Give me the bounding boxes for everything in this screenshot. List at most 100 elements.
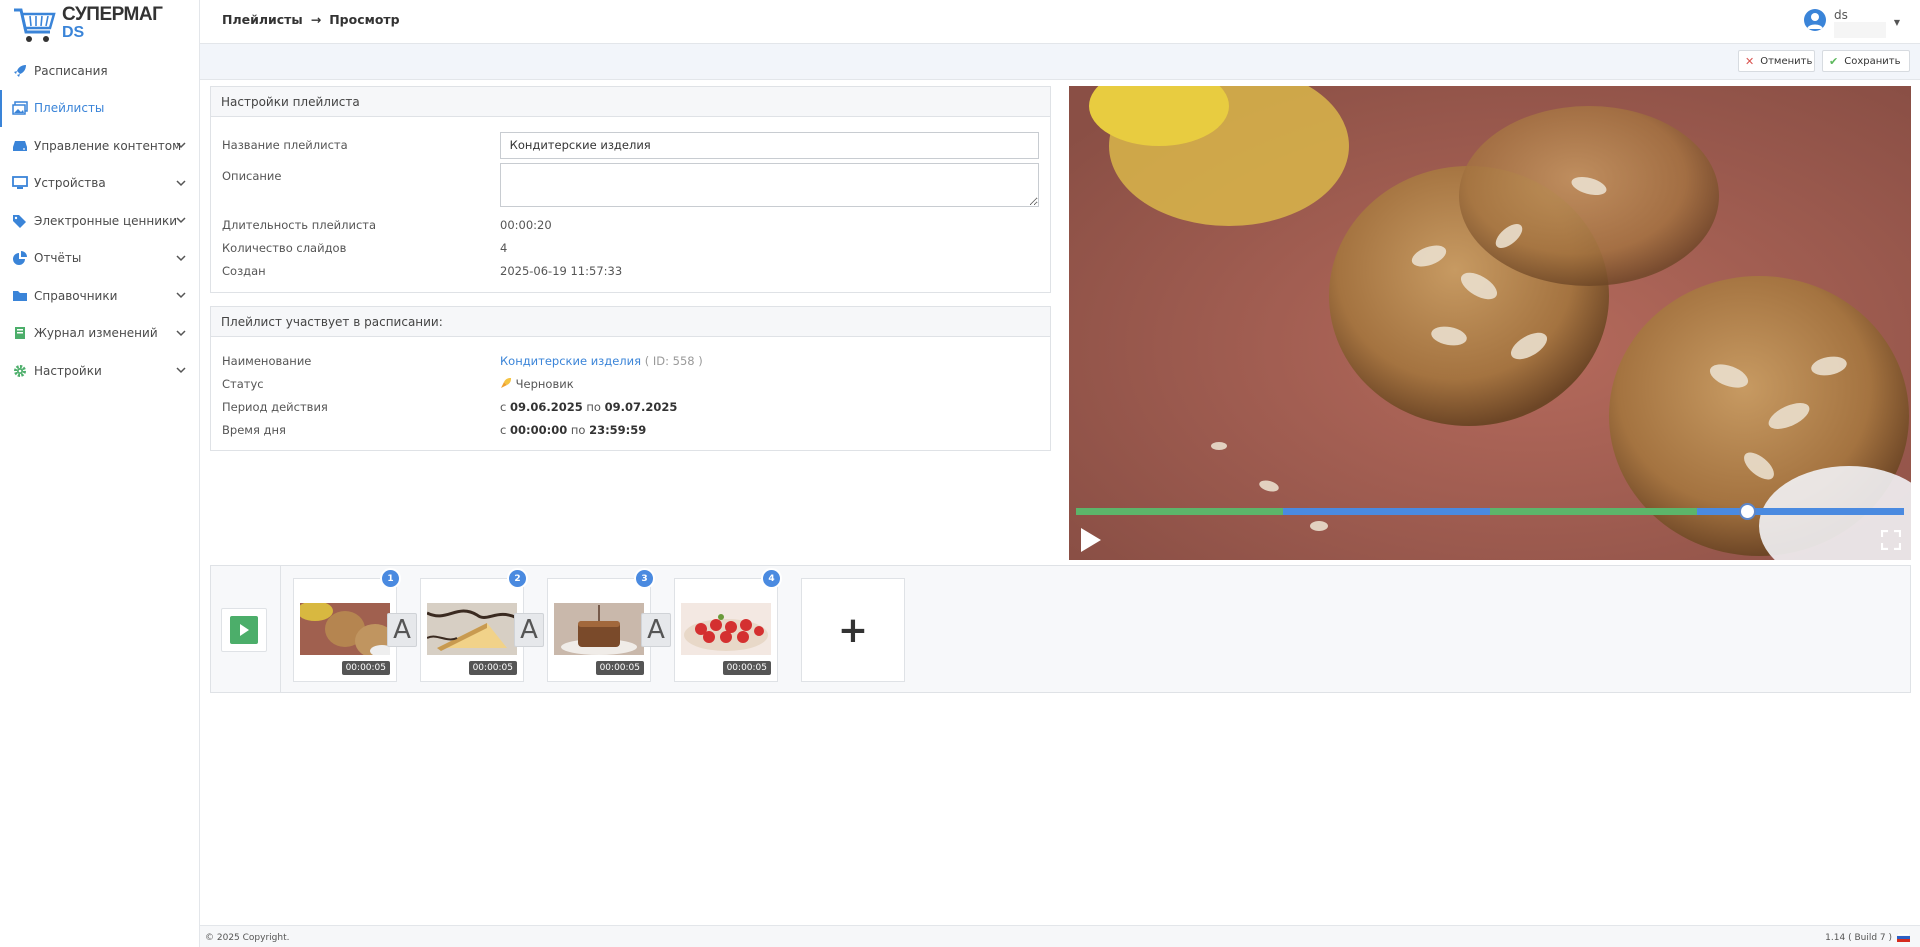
slide-thumbnail <box>427 603 517 655</box>
book-icon <box>12 326 28 340</box>
slide-number: 4 <box>761 568 782 589</box>
sidebar-item-label: Отчёты <box>34 251 82 266</box>
play-icon <box>240 624 249 636</box>
sidebar-item-directories[interactable]: Справочники <box>0 277 199 315</box>
russian-flag-icon[interactable] <box>1897 933 1910 942</box>
transition-button[interactable]: A <box>387 613 417 647</box>
top-header: Плейлисты → Просмотр ds ▼ <box>200 0 1920 44</box>
panel-title: Плейлист участвует в расписании: <box>211 307 1050 337</box>
preview-player[interactable] <box>1069 86 1911 560</box>
chevron-down-icon <box>176 179 186 186</box>
slide-duration: 00:00:05 <box>722 661 771 675</box>
playlist-settings-panel: Настройки плейлиста Название плейлиста О… <box>210 86 1051 293</box>
slides-count: 4 <box>500 240 508 255</box>
pie-chart-icon <box>12 251 28 266</box>
sidebar-item-label: Электронные ценники <box>34 213 178 228</box>
schedule-link[interactable]: Кондитерские изделия <box>500 354 641 368</box>
close-icon: ✕ <box>1745 54 1755 68</box>
monitor-icon <box>12 176 28 190</box>
field-label: Название плейлиста <box>222 138 348 152</box>
build-version: 1.14 ( Build 7 ) <box>1825 933 1892 943</box>
field-label: Длительность плейлиста <box>222 217 377 232</box>
preview-image <box>1069 86 1911 560</box>
save-button[interactable]: ✔ Сохранить <box>1822 50 1910 72</box>
sidebar-item-changelog[interactable]: Журнал изменений <box>0 315 199 353</box>
transition-button[interactable]: A <box>641 613 671 647</box>
avatar-icon <box>1803 9 1826 31</box>
created-date: 2025-06-19 11:57:33 <box>500 263 623 278</box>
chevron-down-icon <box>176 292 186 299</box>
sidebar-item-devices[interactable]: Устройства <box>0 165 199 203</box>
breadcrumb-playlists[interactable]: Плейлисты <box>222 12 303 27</box>
field-label: Время дня <box>222 422 286 437</box>
add-slide-button[interactable]: + <box>801 578 905 682</box>
chevron-down-icon <box>176 329 186 336</box>
field-label: Создан <box>222 263 266 278</box>
schedule-id: ( ID: 558 ) <box>644 353 703 368</box>
progress-segment <box>1283 508 1490 515</box>
slide-thumbnail <box>300 603 390 655</box>
chevron-down-icon <box>176 367 186 374</box>
chevron-down-icon <box>176 142 186 149</box>
rocket-icon <box>12 64 28 78</box>
period-end: 09.07.2025 <box>604 399 678 414</box>
field-label: Количество слайдов <box>222 240 347 255</box>
sidebar-item-price-tags[interactable]: Электронные ценники <box>0 202 199 240</box>
sidebar-item-content[interactable]: Управление контентом <box>0 127 199 165</box>
slide-duration: 00:00:05 <box>341 661 390 675</box>
progress-segment <box>1697 508 1904 515</box>
sidebar: СУПЕРМАГ DS Расписания Плейлисты Управле… <box>0 0 200 947</box>
user-subtitle <box>1833 22 1886 38</box>
schedule-panel: Плейлист участвует в расписании: Наимено… <box>210 306 1051 451</box>
transition-button[interactable]: A <box>514 613 544 647</box>
brand-suffix: DS <box>62 24 85 41</box>
field-label: Период действия <box>222 399 328 414</box>
fullscreen-icon[interactable] <box>1881 530 1901 550</box>
cancel-button[interactable]: ✕ Отменить <box>1738 50 1815 72</box>
panel-title: Настройки плейлиста <box>211 87 1050 117</box>
hdd-icon <box>12 139 28 153</box>
playback-progress[interactable] <box>1076 508 1904 515</box>
playlist-name-input[interactable] <box>499 131 1039 159</box>
sidebar-item-label: Устройства <box>34 176 106 191</box>
copyright: © 2025 Copyright. <box>205 933 290 943</box>
slide-thumbnail <box>681 603 771 655</box>
user-name: ds <box>1833 8 1848 22</box>
play-icon[interactable] <box>1077 526 1105 554</box>
sidebar-item-reports[interactable]: Отчёты <box>0 240 199 278</box>
playlist-duration: 00:00:20 <box>500 217 552 232</box>
check-icon: ✔ <box>1829 54 1839 68</box>
sidebar-nav: Расписания Плейлисты Управление контенто… <box>0 52 199 390</box>
logo[interactable]: СУПЕРМАГ DS <box>0 0 199 52</box>
sidebar-item-label: Управление контентом <box>34 138 182 153</box>
slide-card[interactable]: 00:00:05 1 <box>293 568 401 682</box>
slides-strip: 00:00:05 1 A 00:00:05 2 A 00:00:05 3 A 0… <box>210 565 1911 693</box>
sidebar-item-settings[interactable]: Настройки <box>0 352 199 390</box>
arrow-right-icon: → <box>310 12 322 27</box>
slide-number: 3 <box>634 568 655 589</box>
sidebar-item-playlists[interactable]: Плейлисты <box>0 89 199 127</box>
caret-down-icon: ▼ <box>1893 18 1900 27</box>
slide-card[interactable]: 00:00:05 2 <box>420 568 528 682</box>
period-start: 09.06.2025 <box>509 399 583 414</box>
user-menu[interactable]: ds ▼ <box>1803 8 1900 38</box>
sidebar-item-label: Настройки <box>34 363 102 378</box>
cart-logo-icon <box>14 8 56 42</box>
images-icon <box>12 101 28 115</box>
sidebar-item-label: Расписания <box>34 63 108 78</box>
time-end: 23:59:59 <box>589 422 647 437</box>
progress-segment <box>1076 508 1283 515</box>
description-textarea[interactable] <box>499 163 1039 207</box>
field-label: Наименование <box>222 353 312 368</box>
sidebar-item-schedules[interactable]: Расписания <box>0 52 199 90</box>
slide-card[interactable]: 00:00:05 4 <box>674 568 782 682</box>
field-label: Описание <box>222 169 282 183</box>
tags-icon <box>12 214 28 228</box>
progress-handle[interactable] <box>1738 503 1756 520</box>
slide-number: 2 <box>507 568 528 589</box>
play-playlist-button[interactable] <box>221 608 267 652</box>
sidebar-item-label: Журнал изменений <box>34 326 158 341</box>
progress-segment <box>1490 508 1697 515</box>
gear-icon <box>12 364 28 378</box>
slide-card[interactable]: 00:00:05 3 <box>547 568 655 682</box>
